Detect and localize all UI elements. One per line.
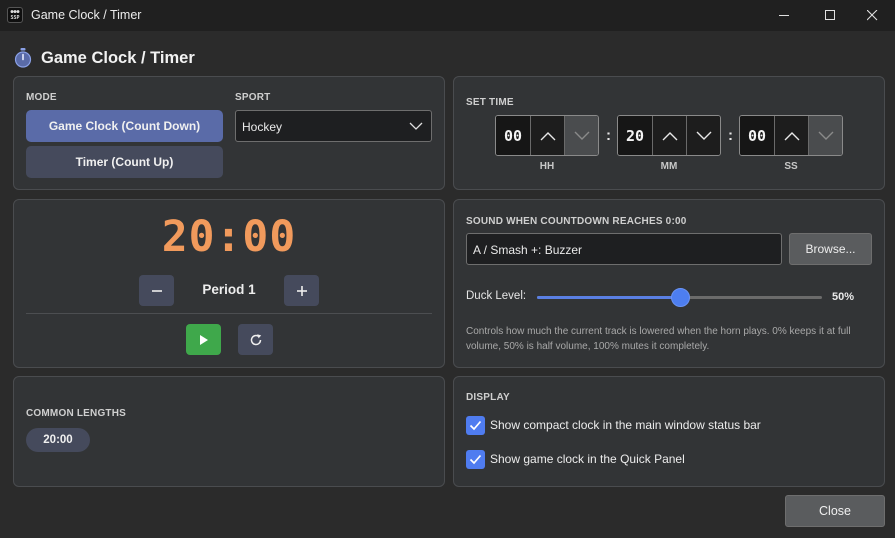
quick-panel-checkbox[interactable] xyxy=(466,449,485,469)
common-lengths-label: COMMON LENGTHS xyxy=(26,408,127,419)
sound-panel: SOUND WHEN COUNTDOWN REACHES 0:00 A / Sm… xyxy=(453,199,885,368)
clock-divider xyxy=(26,313,432,314)
maximize-icon xyxy=(824,10,835,20)
time-separator: : xyxy=(606,127,611,144)
close-icon xyxy=(866,10,877,21)
sound-file-field[interactable]: A / Smash +: Buzzer xyxy=(466,233,782,265)
minimize-icon xyxy=(778,15,789,16)
period-label: Period 1 xyxy=(202,282,256,297)
display-label: DISPLAY xyxy=(466,392,510,403)
dialog-header: Game Clock / Timer xyxy=(14,46,195,70)
minutes-spinner[interactable]: 20 xyxy=(617,115,721,156)
title-bar: ●●● SSP Game Clock / Timer xyxy=(0,0,895,31)
seconds-spinner[interactable]: 00 xyxy=(739,115,843,156)
chevron-up-icon xyxy=(784,131,799,140)
chevron-down-icon xyxy=(818,131,833,140)
window-title: Game Clock / Timer xyxy=(31,8,142,22)
reset-button[interactable] xyxy=(238,324,273,355)
duck-level-label: Duck Level: xyxy=(466,290,527,302)
quick-panel-option[interactable]: Show game clock in the Quick Panel xyxy=(466,449,685,469)
mode-panel: MODE Game Clock (Count Down) Timer (Coun… xyxy=(13,76,445,190)
duck-level-value: 50% xyxy=(832,291,855,303)
hours-increment-button[interactable] xyxy=(530,116,564,155)
clock-panel: 20:00 Period 1 xyxy=(13,199,445,368)
minus-icon xyxy=(151,289,162,292)
start-button[interactable] xyxy=(186,324,221,355)
seconds-unit-label: SS xyxy=(784,161,798,172)
maximize-button[interactable] xyxy=(807,0,853,31)
stopwatch-icon xyxy=(14,48,32,68)
reset-icon xyxy=(250,333,261,345)
game-clock-mode-button[interactable]: Game Clock (Count Down) xyxy=(26,110,223,142)
duck-level-help: Controls how much the current track is l… xyxy=(466,326,851,352)
chevron-down-icon xyxy=(696,131,711,140)
minutes-value[interactable]: 20 xyxy=(618,116,652,155)
app-logo-icon: ●●● SSP xyxy=(7,7,23,23)
set-time-label: SET TIME xyxy=(466,97,514,108)
hours-unit-label: HH xyxy=(539,161,555,172)
play-icon xyxy=(199,334,208,345)
hours-value[interactable]: 00 xyxy=(496,116,530,155)
chevron-up-icon xyxy=(662,131,677,140)
quick-panel-label: Show game clock in the Quick Panel xyxy=(490,452,685,466)
close-button[interactable]: Close xyxy=(785,495,885,527)
close-window-button[interactable] xyxy=(849,0,895,31)
clock-display: 20:00 xyxy=(161,212,297,262)
chevron-down-icon xyxy=(574,131,589,140)
minutes-increment-button[interactable] xyxy=(652,116,686,155)
seconds-decrement-button[interactable] xyxy=(808,116,842,155)
hours-decrement-button[interactable] xyxy=(564,116,598,155)
hours-spinner[interactable]: 00 xyxy=(495,115,599,156)
seconds-value[interactable]: 00 xyxy=(740,116,774,155)
compact-clock-checkbox[interactable] xyxy=(466,415,485,435)
compact-clock-option[interactable]: Show compact clock in the main window st… xyxy=(466,415,761,435)
checkmark-icon xyxy=(469,454,482,464)
minimize-button[interactable] xyxy=(761,0,807,31)
common-length-chip[interactable]: 20:00 xyxy=(26,428,90,452)
minutes-decrement-button[interactable] xyxy=(686,116,720,155)
chevron-down-icon xyxy=(409,122,423,130)
checkmark-icon xyxy=(469,420,482,430)
display-panel: DISPLAY Show compact clock in the main w… xyxy=(453,376,885,487)
sport-label: SPORT xyxy=(235,92,271,103)
duck-level-handle[interactable] xyxy=(670,288,690,307)
period-decrement-button[interactable] xyxy=(139,275,174,306)
period-increment-button[interactable] xyxy=(284,275,319,306)
page-title: Game Clock / Timer xyxy=(41,48,195,67)
compact-clock-label: Show compact clock in the main window st… xyxy=(490,418,761,432)
sound-label: SOUND WHEN COUNTDOWN REACHES 0:00 xyxy=(466,216,687,227)
duck-level-fill xyxy=(537,296,680,299)
sport-select-value: Hockey xyxy=(242,120,283,134)
timer-mode-button[interactable]: Timer (Count Up) xyxy=(26,146,223,178)
minutes-unit-label: MM xyxy=(660,161,678,172)
time-separator: : xyxy=(728,127,733,144)
sport-select[interactable]: Hockey xyxy=(235,110,432,142)
plus-icon xyxy=(296,285,307,296)
browse-button[interactable]: Browse... xyxy=(789,233,872,265)
common-lengths-panel: COMMON LENGTHS 20:00 xyxy=(13,376,445,487)
set-time-panel: SET TIME 00 : HH 20 : MM 00 SS xyxy=(453,76,885,190)
chevron-up-icon xyxy=(540,131,555,140)
mode-label: MODE xyxy=(26,92,57,103)
seconds-increment-button[interactable] xyxy=(774,116,808,155)
duck-level-slider[interactable] xyxy=(537,288,822,307)
